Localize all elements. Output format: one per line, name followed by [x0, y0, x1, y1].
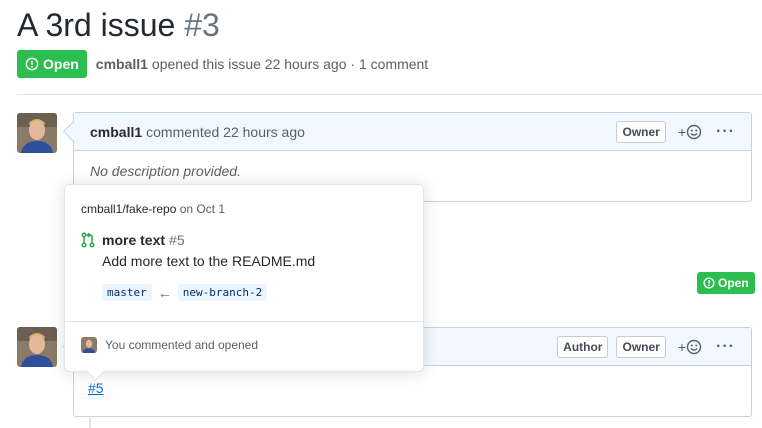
- plus-label: +: [677, 123, 687, 140]
- hovercard-footer: You commented and opened: [81, 337, 258, 353]
- pr-state-label: Open: [718, 276, 749, 290]
- owner-label: Owner: [616, 335, 666, 358]
- hovercard-footer-text: You commented and opened: [105, 338, 259, 352]
- issue-number: #3: [184, 7, 220, 43]
- issue-opened-text: opened this issue 22 hours ago · 1 comme…: [151, 56, 429, 72]
- plus-label: +: [677, 338, 687, 355]
- comment-timestamp[interactable]: commented 22 hours ago: [146, 124, 305, 140]
- header-divider: [17, 94, 762, 95]
- issue-state-badge: Open: [17, 50, 87, 78]
- avatar: [81, 337, 97, 353]
- comment-author-link[interactable]: cmball1: [90, 124, 142, 140]
- hovercard-repo-date: on Oct 1: [179, 202, 226, 216]
- left-arrow-icon: ←: [157, 284, 172, 301]
- issue-title-text: A 3rd issue: [17, 7, 176, 43]
- add-reaction-button[interactable]: +: [678, 124, 702, 140]
- smiley-icon: [686, 124, 702, 139]
- pr-reference-link[interactable]: #5: [88, 380, 104, 396]
- pr-state-badge: Open: [697, 272, 755, 294]
- issue-opened-icon: [703, 277, 715, 289]
- head-branch: new-branch-2: [177, 284, 268, 301]
- kebab-horizontal-icon[interactable]: ···: [716, 123, 735, 141]
- base-branch: master: [102, 284, 152, 301]
- timeline-line-bottom: [89, 418, 91, 428]
- avatar[interactable]: [17, 113, 57, 153]
- hovercard-branches: master ← new-branch-2: [102, 284, 268, 301]
- git-pull-request-icon: [81, 232, 95, 248]
- issue-meta: Open cmball1 opened this issue 22 hours …: [17, 50, 428, 78]
- issue-state-label: Open: [43, 56, 79, 72]
- kebab-horizontal-icon[interactable]: ···: [716, 338, 735, 356]
- avatar[interactable]: [17, 327, 57, 367]
- hovercard-pr-title[interactable]: more text: [102, 232, 165, 248]
- hovercard-pr-description: Add more text to the README.md: [102, 253, 316, 269]
- add-reaction-button[interactable]: +: [678, 339, 702, 355]
- hovercard-repo: cmball1/fake-repo on Oct 1: [81, 202, 225, 216]
- hovercard-divider: [65, 321, 423, 322]
- hovercard-repo-name[interactable]: cmball1/fake-repo: [81, 202, 176, 216]
- issue-title: A 3rd issue #3: [17, 4, 220, 46]
- smiley-icon: [686, 339, 702, 354]
- comment-body: #5: [74, 366, 751, 416]
- comment-header: cmball1 commented 22 hours ago Owner + ·…: [74, 113, 751, 151]
- author-label: Author: [557, 335, 609, 358]
- pr-hovercard: cmball1/fake-repo on Oct 1 more text #5 …: [64, 184, 424, 372]
- hovercard-pr-number: #5: [169, 232, 185, 248]
- hovercard-title-row: more text #5: [81, 232, 185, 248]
- issue-author-link[interactable]: cmball1: [96, 56, 148, 72]
- owner-label: Owner: [616, 120, 666, 143]
- issue-opened-icon: [25, 57, 39, 71]
